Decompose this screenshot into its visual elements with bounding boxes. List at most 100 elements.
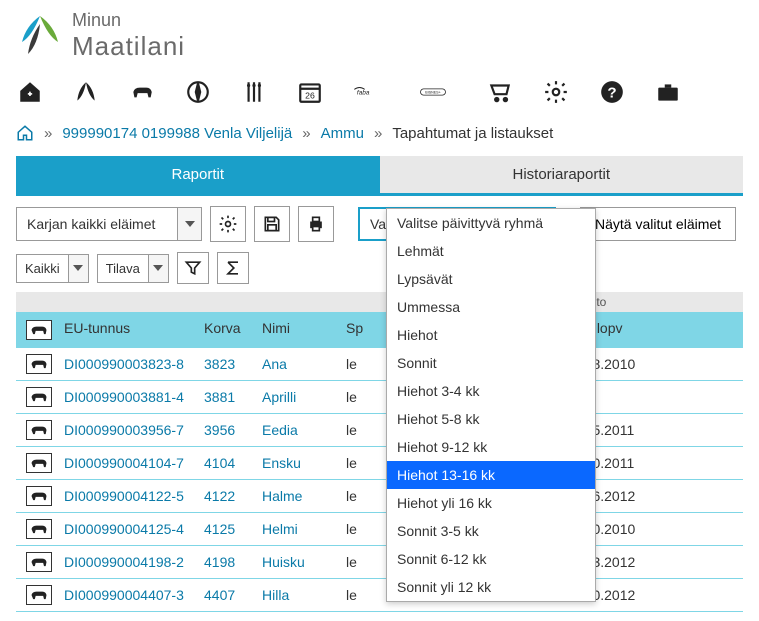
print-button[interactable]	[298, 206, 334, 242]
group-dropdown: Valitse päivittyvä ryhmäLehmätLypsävätUm…	[386, 208, 596, 602]
faba-icon[interactable]: faba	[352, 78, 380, 106]
col-header-tulo[interactable]: Tulopv	[573, 312, 743, 348]
toolbar: Karjan kaikki eläimet Valitse päivittyvä…	[0, 196, 759, 252]
breadcrumb-farm-link[interactable]: 999990174 0199988 Venla Viljelijä	[62, 125, 292, 142]
group-dropdown-item[interactable]: Hiehot 5-8 kk	[387, 405, 595, 433]
ear-link[interactable]: 4122	[204, 480, 262, 512]
col-header-korva[interactable]: Korva	[204, 312, 262, 348]
chevron-down-icon[interactable]	[68, 255, 88, 282]
row-checkbox[interactable]	[26, 420, 52, 440]
col-header-sp[interactable]: Sp	[346, 312, 386, 348]
ear-link[interactable]: 4198	[204, 546, 262, 578]
group-header-osto: Osto	[573, 292, 743, 312]
filter-button[interactable]	[177, 252, 209, 284]
tab-history-reports[interactable]: Historiaraportit	[380, 156, 744, 193]
briefcase-icon[interactable]	[654, 78, 682, 106]
filter-all-value: Kaikki	[17, 255, 68, 282]
ear-link[interactable]: 3881	[204, 381, 262, 413]
breadcrumb-ammu-link[interactable]: Ammu	[321, 125, 364, 142]
cow-icon[interactable]	[128, 78, 156, 106]
name-link[interactable]: Helmi	[262, 513, 346, 545]
group-dropdown-item[interactable]: Lypsävät	[387, 265, 595, 293]
settings-button[interactable]	[210, 206, 246, 242]
chevron-down-icon[interactable]	[148, 255, 168, 282]
table-row: DI000990004407-3 4407 Hilla le 0.10.2012	[16, 579, 743, 612]
group-dropdown-item[interactable]: Hiehot yli 16 kk	[387, 489, 595, 517]
eu-id-link[interactable]: DI000990004125-4	[64, 513, 204, 545]
breadcrumb-sep: »	[302, 125, 310, 142]
arrival-date-cell: 4.05.2011	[573, 414, 743, 446]
filter-toolbar: Kaikki Tilava	[0, 252, 759, 292]
filter-all-select[interactable]: Kaikki	[16, 254, 89, 283]
name-link[interactable]: Ana	[262, 348, 346, 380]
compass-icon[interactable]	[184, 78, 212, 106]
name-link[interactable]: Aprilli	[262, 381, 346, 413]
wheat-icon[interactable]	[240, 78, 268, 106]
sp-cell: le	[346, 513, 386, 545]
name-link[interactable]: Hilla	[262, 579, 346, 611]
eu-id-link[interactable]: DI000990003956-7	[64, 414, 204, 446]
row-checkbox[interactable]	[26, 552, 52, 572]
name-link[interactable]: Halme	[262, 480, 346, 512]
ear-link[interactable]: 4125	[204, 513, 262, 545]
name-link[interactable]: Eedia	[262, 414, 346, 446]
help-icon[interactable]: ?	[598, 78, 626, 106]
group-dropdown-item[interactable]: Hiehot 3-4 kk	[387, 377, 595, 405]
arrival-date-cell: 9.08.2010	[573, 348, 743, 380]
row-checkbox[interactable]	[26, 387, 52, 407]
group-dropdown-item[interactable]: Sonnit	[387, 349, 595, 377]
group-dropdown-item[interactable]: Ummessa	[387, 293, 595, 321]
arrival-date-cell: 0.10.2012	[573, 579, 743, 611]
row-checkbox[interactable]	[26, 453, 52, 473]
arrival-date-cell: 0.06.2012	[573, 480, 743, 512]
col-header-nimi[interactable]: Nimi	[262, 312, 346, 348]
ear-link[interactable]: 4407	[204, 579, 262, 611]
logo-line2: Maatilani	[72, 31, 185, 62]
calendar-icon[interactable]: 26	[296, 78, 324, 106]
filter-spacious-select[interactable]: Tilava	[97, 254, 169, 283]
group-dropdown-item[interactable]: Sonnit 3-5 kk	[387, 517, 595, 545]
animals-table: Perustiedot Osto EU-tunnus Korva Nimi Sp…	[16, 292, 743, 612]
group-dropdown-item[interactable]: Hiehot	[387, 321, 595, 349]
tab-reports[interactable]: Raportit	[16, 156, 380, 193]
table-row: DI000990004104-7 4104 Ensku le 4.10.2011	[16, 447, 743, 480]
leaf-logo-icon	[16, 12, 64, 60]
gear-icon[interactable]	[542, 78, 570, 106]
ear-link[interactable]: 3956	[204, 414, 262, 446]
row-checkbox[interactable]	[26, 585, 52, 605]
group-dropdown-item[interactable]: Hiehot 9-12 kk	[387, 433, 595, 461]
save-button[interactable]	[254, 206, 290, 242]
cart-icon[interactable]	[486, 78, 514, 106]
show-selected-button[interactable]: Näytä valitut eläimet	[580, 207, 736, 241]
sum-button[interactable]	[217, 252, 249, 284]
ear-link[interactable]: 4104	[204, 447, 262, 479]
leaf-icon[interactable]	[72, 78, 100, 106]
bisnes-icon[interactable]: BISNES+	[408, 78, 458, 106]
select-all-checkbox[interactable]	[26, 320, 52, 340]
group-dropdown-item[interactable]: Lehmät	[387, 237, 595, 265]
ear-link[interactable]: 3823	[204, 348, 262, 380]
eu-id-link[interactable]: DI000990003881-4	[64, 381, 204, 413]
eu-id-link[interactable]: DI000990004198-2	[64, 546, 204, 578]
animals-select[interactable]: Karjan kaikki eläimet	[16, 207, 202, 241]
home-icon[interactable]	[16, 124, 34, 142]
row-checkbox[interactable]	[26, 486, 52, 506]
group-dropdown-item[interactable]: Hiehot 13-16 kk	[387, 461, 595, 489]
home-plus-icon[interactable]	[16, 78, 44, 106]
eu-id-link[interactable]: DI000990004104-7	[64, 447, 204, 479]
name-link[interactable]: Ensku	[262, 447, 346, 479]
eu-id-link[interactable]: DI000990004122-5	[64, 480, 204, 512]
table-row: DI000990004122-5 4122 Halme le 0.06.2012	[16, 480, 743, 513]
col-header-eu[interactable]: EU-tunnus	[64, 312, 204, 348]
name-link[interactable]: Huisku	[262, 546, 346, 578]
group-dropdown-item[interactable]: Sonnit 6-12 kk	[387, 545, 595, 573]
row-checkbox[interactable]	[26, 354, 52, 374]
chevron-down-icon[interactable]	[177, 208, 201, 240]
group-dropdown-item[interactable]: Valitse päivittyvä ryhmä	[387, 209, 595, 237]
logo-line1: Minun	[72, 10, 185, 31]
group-dropdown-item[interactable]: Sonnit yli 12 kk	[387, 573, 595, 601]
eu-id-link[interactable]: DI000990004407-3	[64, 579, 204, 611]
eu-id-link[interactable]: DI000990003823-8	[64, 348, 204, 380]
row-checkbox[interactable]	[26, 519, 52, 539]
sp-cell: le	[346, 348, 386, 380]
